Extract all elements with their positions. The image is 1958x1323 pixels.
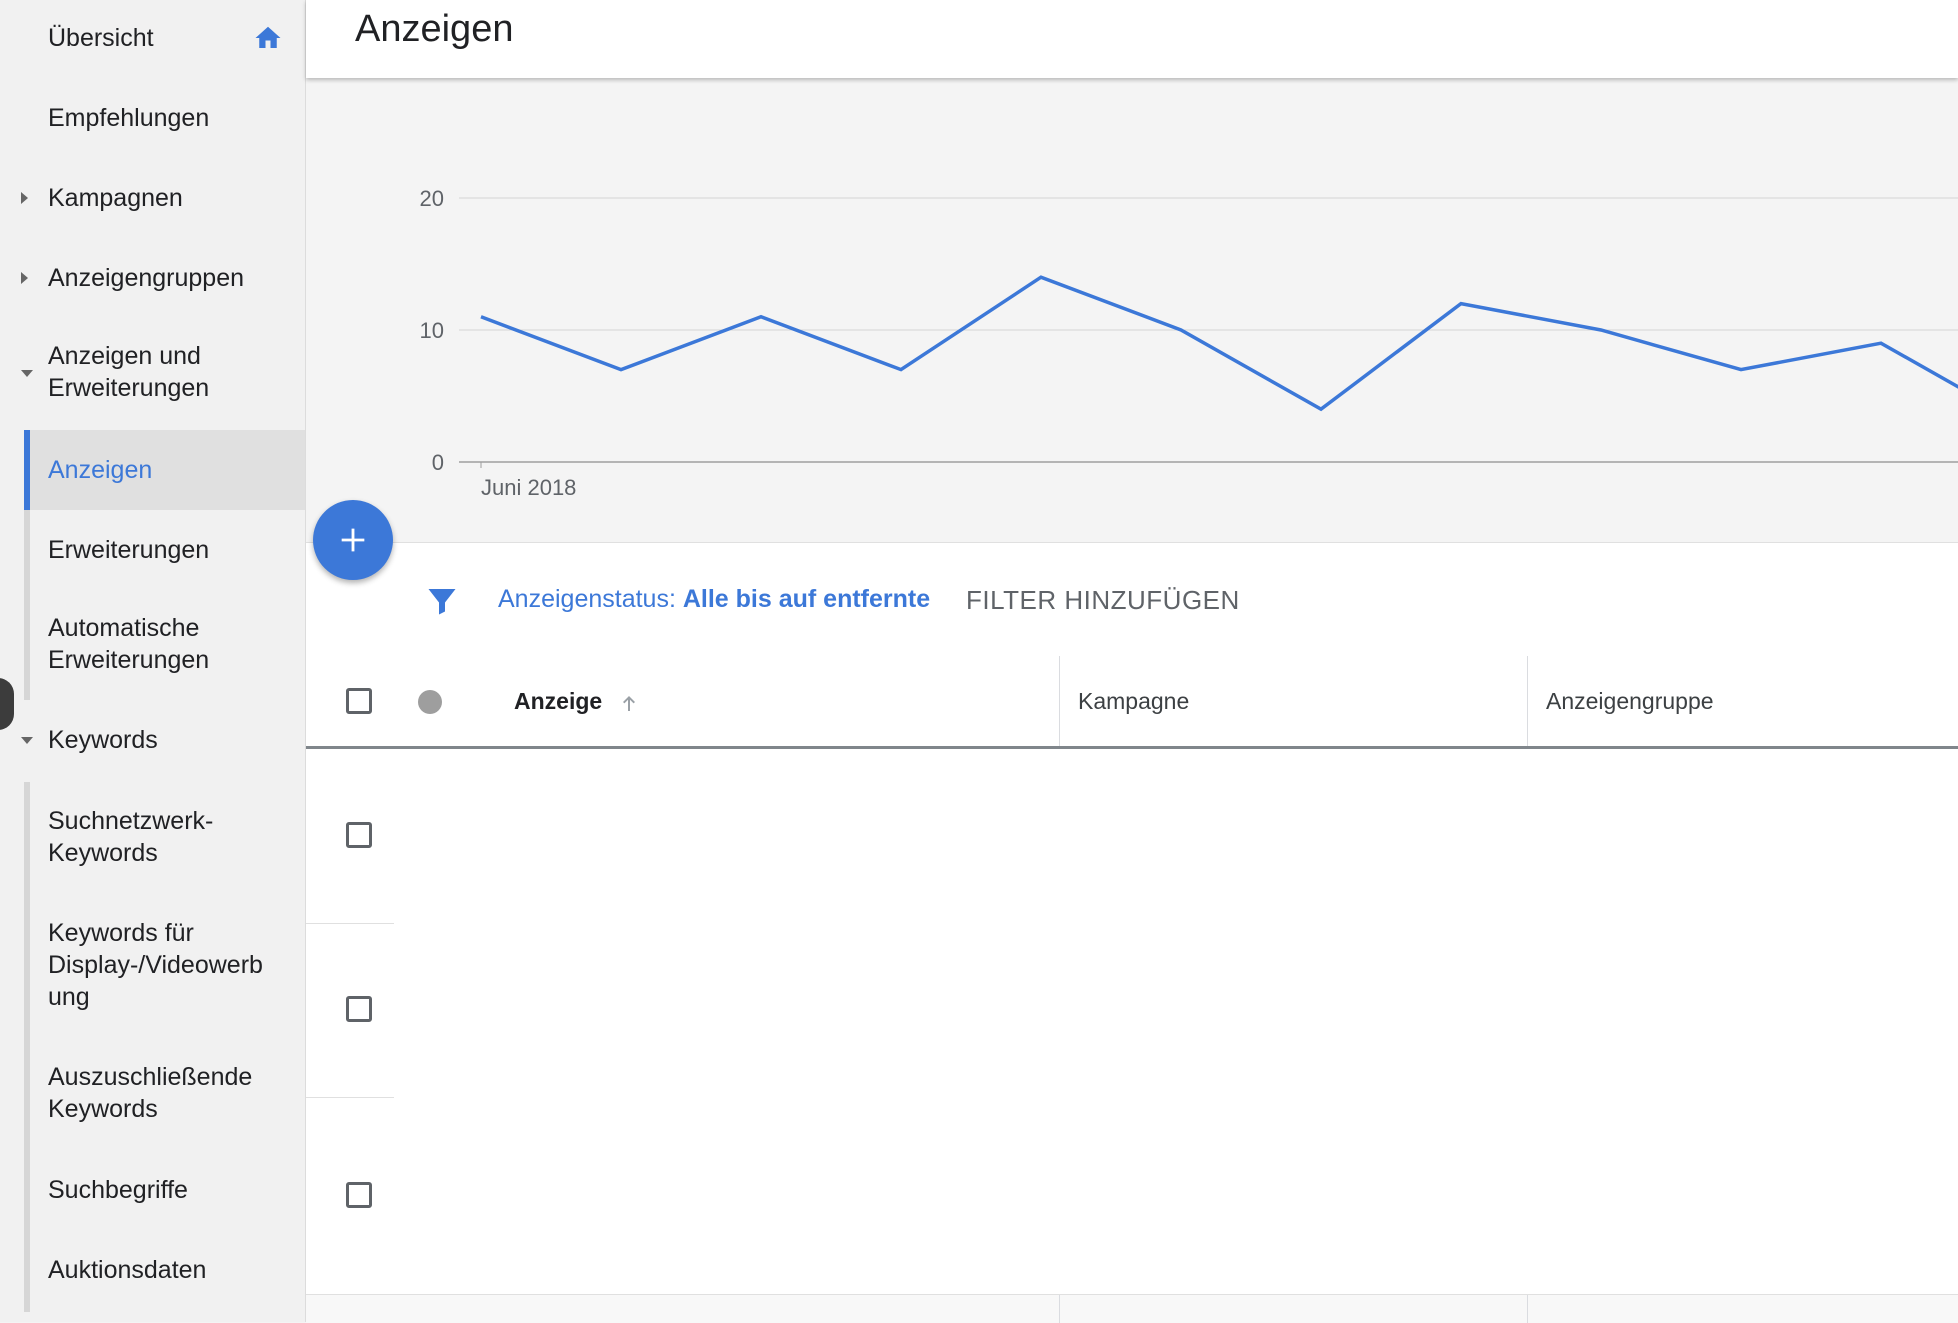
y-axis-ticks: 0 10 20: [420, 186, 444, 475]
filter-icon[interactable]: [424, 583, 460, 619]
sidebar-item-label: Erweiterungen: [48, 536, 210, 564]
label-line: Suchnetzwerk-: [48, 807, 214, 835]
table-header: Anzeige Kampagne Anzeigengruppe: [306, 656, 1958, 749]
status-column-icon: [418, 690, 442, 714]
label-line: Keywords: [48, 839, 158, 867]
sidebar-item-label: Keywords: [48, 726, 158, 754]
sidebar-item-uebersicht[interactable]: Übersicht: [0, 20, 305, 56]
label-line: Auszuschließende: [48, 1063, 253, 1091]
row-divider: [306, 1097, 394, 1098]
chart-grid: [459, 197, 1958, 468]
sidebar-item-label: Automatische Erweiterungen: [48, 612, 209, 676]
chevron-down-icon: [21, 736, 33, 744]
sidebar-item-anzeigen[interactable]: Anzeigen: [30, 430, 305, 510]
column-divider: [1059, 656, 1060, 746]
chevron-right-icon: [21, 192, 28, 204]
filter-chip-ad-status[interactable]: Anzeigenstatus: Alle bis auf entfernte: [498, 585, 930, 614]
sidebar-item-erweiterungen[interactable]: Erweiterungen: [0, 532, 305, 568]
add-filter-button[interactable]: FILTER HINZUFÜGEN: [966, 585, 1240, 616]
label-line: Erweiterungen: [48, 374, 210, 402]
column-divider: [1527, 1295, 1528, 1323]
sidebar-item-label: Suchnetzwerk- Keywords: [48, 805, 213, 869]
sidebar-item-label: Anzeigen und Erweiterungen: [48, 340, 209, 404]
line-chart: 0 10 20 Juni 2018: [420, 186, 1958, 500]
chevron-right-icon: [21, 272, 28, 284]
sidebar-item-keywords[interactable]: Keywords: [0, 722, 305, 758]
column-divider: [1527, 656, 1528, 746]
row-checkbox[interactable]: [346, 1182, 372, 1208]
sort-ascending-icon: [622, 695, 635, 711]
y-tick-label: 0: [432, 450, 444, 475]
label-line: Keywords: [48, 1095, 158, 1123]
sidebar-item-label: Kampagnen: [48, 184, 183, 212]
filter-bar: Anzeigenstatus: Alle bis auf entfernte F…: [306, 542, 1958, 658]
page-title: Anzeigen: [355, 8, 514, 50]
sidebar-item-anzeigengruppen[interactable]: Anzeigengruppen: [0, 260, 305, 296]
column-header-adgroup[interactable]: Anzeigengruppe: [1546, 688, 1714, 715]
column-divider: [1059, 1295, 1060, 1323]
sidebar-item-keywords-display-video[interactable]: Keywords für Display-/Videowerb ung: [0, 917, 305, 1015]
x-axis-label: Juni 2018: [481, 475, 576, 500]
ads-table: Anzeige Kampagne Anzeigengruppe: [306, 656, 1958, 1323]
sidebar-item-empfehlungen[interactable]: Empfehlungen: [0, 100, 305, 136]
page-header: Anzeigen: [306, 0, 1958, 78]
y-tick-label: 10: [420, 318, 444, 343]
sidebar-item-auszuschliessende-keywords[interactable]: Auszuschließende Keywords: [0, 1061, 305, 1127]
series-line: [480, 275, 1958, 412]
sidebar-item-label: Auktionsdaten: [48, 1256, 207, 1284]
add-ad-button[interactable]: [313, 500, 393, 580]
performance-chart: 0 10 20 Juni 2018: [306, 80, 1958, 542]
label-line: Display-/Videowerb: [48, 951, 263, 979]
label-line: Automatische: [48, 614, 200, 642]
sidebar-item-anzeigen-und-erweiterungen[interactable]: Anzeigen und Erweiterungen: [0, 340, 305, 406]
sidebar-item-automatische-erweiterungen[interactable]: Automatische Erweiterungen: [0, 612, 305, 678]
home-icon: [255, 26, 281, 48]
row-checkbox[interactable]: [346, 822, 372, 848]
column-header-label: Anzeige: [514, 688, 603, 714]
label-line: ung: [48, 983, 90, 1011]
column-header-ad[interactable]: Anzeige: [514, 688, 641, 715]
sidebar-item-auktionsdaten[interactable]: Auktionsdaten: [0, 1252, 305, 1288]
row-checkbox[interactable]: [346, 996, 372, 1022]
sidebar-item-label: Keywords für Display-/Videowerb ung: [48, 917, 263, 1013]
filter-chip-label: Anzeigenstatus:: [498, 585, 676, 613]
filter-chip-value: Alle bis auf entfernte: [682, 585, 931, 613]
row-divider: [306, 923, 394, 924]
sidebar-item-suchnetzwerk-keywords[interactable]: Suchnetzwerk- Keywords: [0, 805, 305, 871]
sidebar-item-kampagnen[interactable]: Kampagnen: [0, 180, 305, 216]
sidebar-item-label: Empfehlungen: [48, 104, 210, 132]
table-footer: [306, 1294, 1958, 1323]
select-all-checkbox[interactable]: [346, 688, 372, 714]
sidebar-item-label: Auszuschließende Keywords: [48, 1061, 252, 1125]
y-tick-label: 20: [420, 186, 444, 211]
sidebar-item-suchbegriffe[interactable]: Suchbegriffe: [0, 1172, 305, 1208]
sidebar-item-label: Anzeigen: [48, 456, 153, 484]
label-line: Keywords für: [48, 919, 194, 947]
sidebar-item-label: Suchbegriffe: [48, 1176, 188, 1204]
chevron-down-icon: [21, 369, 33, 377]
sidebar-item-label: Anzeigengruppen: [48, 264, 244, 292]
label-line: Anzeigen und: [48, 342, 201, 370]
label-line: Erweiterungen: [48, 646, 210, 674]
plus-icon: [341, 528, 365, 552]
sidebar-item-label: Übersicht: [48, 24, 154, 52]
sidebar-nav: Übersicht Empfehlungen Kampagnen Anzeige…: [0, 0, 306, 1322]
column-header-campaign[interactable]: Kampagne: [1078, 688, 1189, 715]
